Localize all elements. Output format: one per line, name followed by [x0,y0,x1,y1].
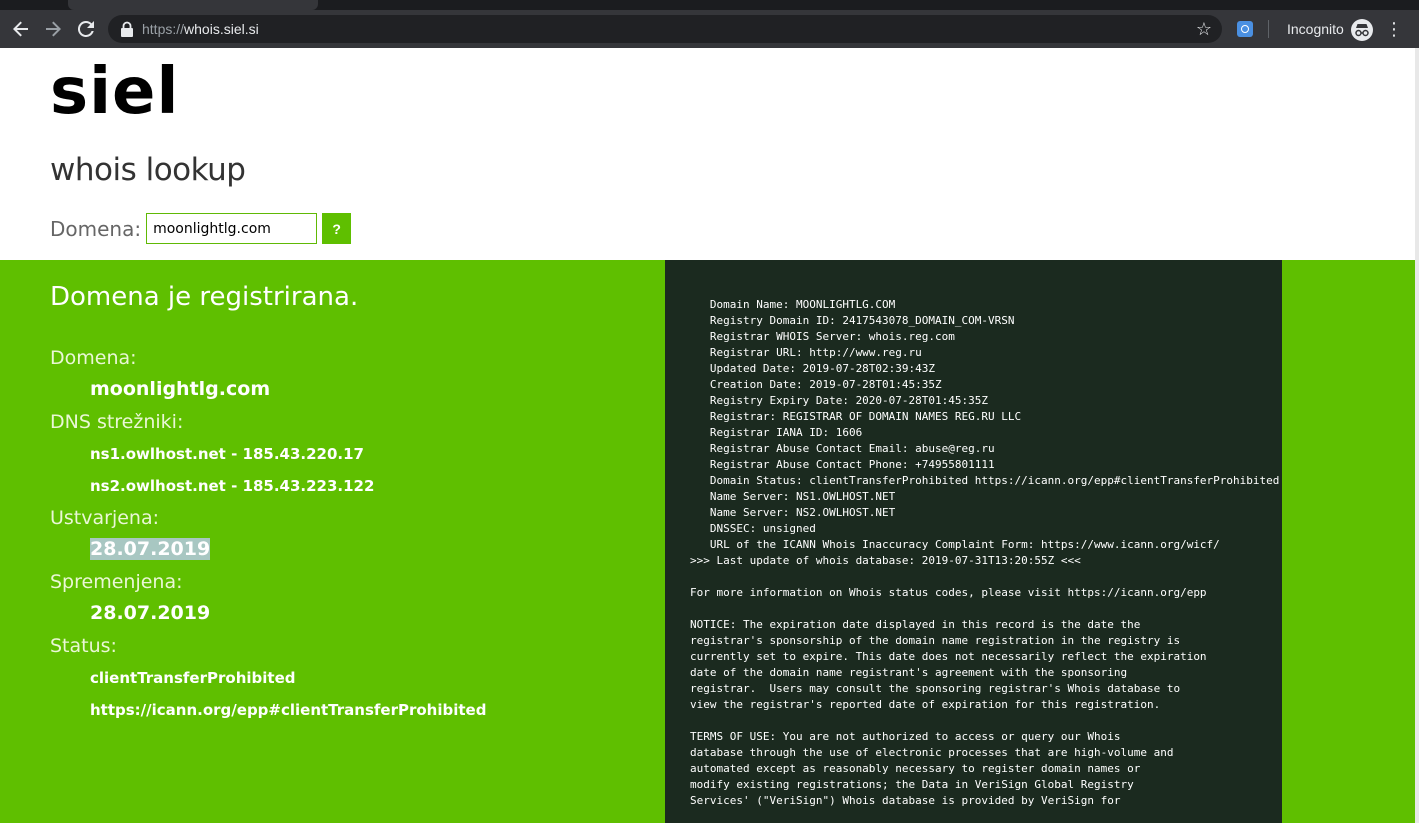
incognito-icon[interactable] [1351,19,1373,41]
status-value-2: https://icann.org/epp#clientTransferProh… [90,701,487,719]
incognito-label: Incognito [1287,21,1344,37]
address-bar[interactable]: https://whois.siel.si ☆ [108,15,1222,43]
raw-whois-panel[interactable]: Domain Name: MOONLIGHTLG.COM Registry Do… [665,260,1282,823]
dns-server-1: ns1.owlhost.net - 185.43.220.17 [90,445,364,463]
lookup-button[interactable]: ? [322,213,352,244]
search-form: Domena: ? [50,212,352,245]
back-arrow-icon[interactable] [8,16,34,42]
reload-icon[interactable] [73,16,99,42]
modified-label: Spremenjena: [50,571,183,593]
status-label: Status: [50,635,117,657]
browser-toolbar: https://whois.siel.si ☆ Incognito ⋮ [0,10,1419,48]
created-label: Ustvarjena: [50,507,160,529]
menu-dots-icon[interactable]: ⋮ [1384,16,1404,42]
status-value-1: clientTransferProhibited [90,669,296,687]
domain-value: moonlightlg.com [90,378,271,400]
toolbar-divider [1268,20,1269,38]
url-text[interactable]: https://whois.siel.si [142,15,259,43]
dns-server-2: ns2.owlhost.net - 185.43.223.122 [90,477,375,495]
modified-value: 28.07.2019 [90,602,211,624]
siel-logo[interactable]: siel [50,56,179,128]
raw-whois-text: Domain Name: MOONLIGHTLG.COM Registry Do… [690,298,1280,807]
created-value: 28.07.2019 [90,538,211,560]
tab-strip [0,0,1419,10]
domain-search-input[interactable] [146,213,318,244]
results-section: Domena je registrirana. Domena: moonligh… [0,260,1415,823]
domain-label: Domena: [50,347,137,369]
extension-icon[interactable] [1237,21,1253,37]
page-scrollbar[interactable] [1415,48,1419,823]
result-heading: Domena je registrirana. [50,282,359,312]
domain-field-label: Domena: [50,216,142,241]
created-value-wrap: 28.07.2019 [90,538,211,560]
lock-icon [121,21,133,37]
active-tab[interactable] [68,0,318,10]
page-title: whois lookup [50,152,246,188]
star-icon[interactable]: ☆ [1194,19,1214,39]
dns-servers-label: DNS strežniki: [50,411,184,433]
forward-arrow-icon[interactable] [40,16,66,42]
